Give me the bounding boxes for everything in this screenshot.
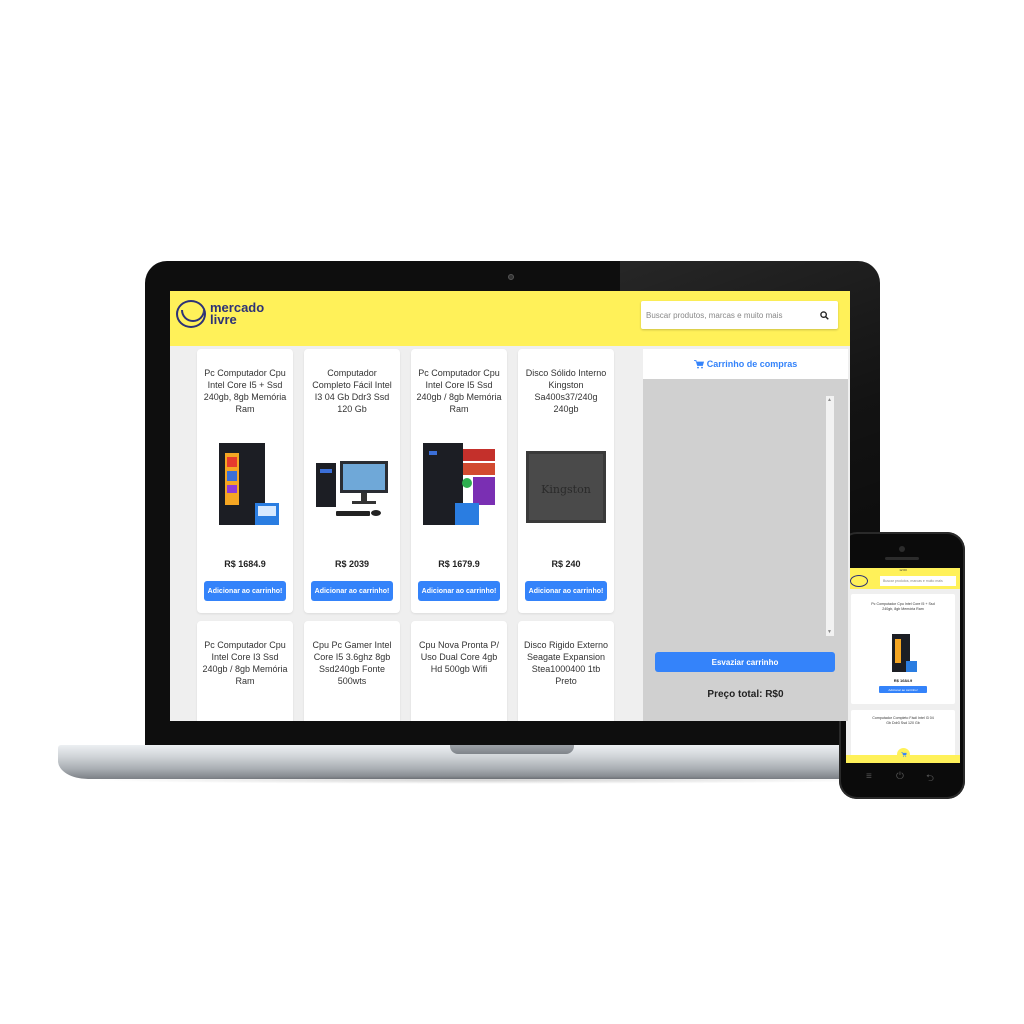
product-title: Computador Completo Fácil Intel I3 04 Gb…	[312, 368, 392, 414]
phone-cart-button[interactable]	[897, 748, 910, 761]
product-price: R$ 1684.9	[224, 559, 266, 569]
laptop-shadow	[90, 776, 890, 784]
mercado-livre-logo[interactable]: mercado livre	[176, 300, 264, 328]
cart-scrollbar[interactable]: ▲ ▼	[826, 396, 834, 636]
product-card: Computador Completo Fácil Intel I3 04 Gb…	[304, 349, 400, 613]
product-title: Pc Computador Cpu Intel Core I3 Ssd 240g…	[202, 640, 288, 686]
cart-icon	[900, 752, 907, 757]
phone-product-title: Pc Computador Cpu Intel Core I5 + Ssd 24…	[871, 602, 935, 611]
product-card: Pc Computador Cpu Intel Core I5 Ssd 240g…	[411, 349, 507, 613]
product-card: Pc Computador Cpu Intel Core I5 + Ssd 24…	[197, 349, 293, 613]
pc-tower-image	[423, 443, 495, 525]
pc-tower-image	[892, 634, 917, 672]
add-to-cart-button[interactable]: Adicionar ao carrinho!	[311, 581, 393, 601]
phone-add-to-cart-button[interactable]: Adicionar ao carrinho!	[879, 686, 927, 693]
search-icon	[819, 310, 829, 320]
product-title: Pc Computador Cpu Intel Core I5 + Ssd 24…	[203, 368, 287, 414]
product-title: Disco Sólido Interno Kingston Sa400s37/2…	[525, 368, 607, 414]
phone-camera	[899, 546, 905, 552]
product-card: Cpu Pc Gamer Intel Core I5 3.6ghz 8gb Ss…	[304, 621, 400, 721]
phone-product-card: Pc Computador Cpu Intel Core I5 + Ssd 24…	[851, 594, 955, 704]
product-price: R$ 1679.9	[438, 559, 480, 569]
cart-panel: Carrinho de compras ▲ ▼ Esvaziar carrinh…	[643, 349, 848, 721]
product-title: Disco Rigido Externo Seagate Expansion S…	[523, 640, 609, 686]
phone-menu-icon[interactable]: ≡	[866, 771, 872, 782]
product-card: Cpu Nova Pronta P/ Uso Dual Core 4gb Hd …	[411, 621, 507, 721]
scroll-up-arrow-icon[interactable]: ▲	[827, 397, 832, 403]
phone-product-price: R$ 1684.9	[893, 678, 913, 683]
product-price: R$ 2039	[334, 559, 370, 569]
phone-site-header: Buscar produtos, marcas e muito mais	[846, 573, 960, 589]
cart-icon	[693, 359, 704, 368]
product-card: Disco Sólido Interno Kingston Sa400s37/2…	[518, 349, 614, 613]
handshake-logo-icon[interactable]	[850, 575, 868, 587]
phone-screen: 12:00 Buscar produtos, marcas e muito ma…	[846, 568, 960, 763]
product-card: Pc Computador Cpu Intel Core I3 Ssd 240g…	[197, 621, 293, 721]
cart-title: Carrinho de compras	[706, 359, 798, 369]
site-header: mercado livre	[170, 291, 850, 346]
desktop-set-image	[316, 461, 388, 516]
search-bar	[641, 301, 838, 329]
laptop-screen: mercado livre Pc Computador Cpu Intel Co…	[170, 291, 850, 721]
add-to-cart-button[interactable]: Adicionar ao carrinho!	[204, 581, 286, 601]
phone-speaker	[885, 557, 919, 560]
phone-product-title: Computador Completo Fácil Intel I3 04 Gb…	[872, 716, 934, 725]
laptop-hinge	[450, 745, 574, 754]
pc-tower-image	[219, 443, 279, 525]
search-button[interactable]	[810, 301, 838, 329]
ssd-brand-text: Kingston	[541, 483, 591, 496]
cart-header: Carrinho de compras	[643, 349, 848, 379]
ssd-image: Kingston	[526, 451, 606, 523]
scroll-down-arrow-icon[interactable]: ▼	[827, 629, 832, 635]
logo-text-line2: livre	[210, 312, 237, 327]
cart-total: Preço total: R$0	[707, 689, 784, 700]
empty-cart-button[interactable]: Esvaziar carrinho	[655, 652, 835, 672]
product-title: Cpu Pc Gamer Intel Core I5 3.6ghz 8gb Ss…	[312, 640, 392, 686]
handshake-logo-icon	[176, 300, 206, 328]
phone-home-icon[interactable]: ⏻	[896, 771, 904, 782]
product-price: R$ 240	[551, 559, 581, 569]
add-to-cart-button[interactable]: Adicionar ao carrinho!	[418, 581, 500, 601]
product-title: Cpu Nova Pronta P/ Uso Dual Core 4gb Hd …	[418, 640, 500, 674]
phone-back-icon[interactable]: ⮌	[926, 771, 934, 788]
product-card: Disco Rigido Externo Seagate Expansion S…	[518, 621, 614, 721]
laptop-webcam	[508, 274, 514, 280]
search-input[interactable]	[641, 301, 809, 329]
add-to-cart-button[interactable]: Adicionar ao carrinho!	[525, 581, 607, 601]
product-title: Pc Computador Cpu Intel Core I5 Ssd 240g…	[416, 368, 502, 414]
phone-search-input[interactable]: Buscar produtos, marcas e muito mais	[880, 576, 956, 586]
